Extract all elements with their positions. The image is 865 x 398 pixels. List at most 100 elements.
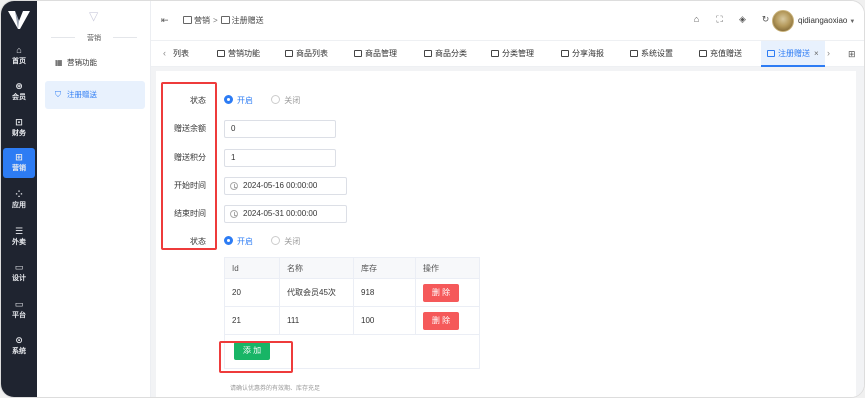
marketing-crumb-icon [183,16,192,24]
status-off-radio[interactable]: 关闭 [271,95,300,106]
tab-marketing-features[interactable]: 营销功能 [217,41,260,67]
points-input[interactable]: 1 [224,149,336,167]
tab-category-manage[interactable]: 分类管理 [491,41,534,67]
rail-item-platform[interactable]: ▭ 平台 [3,295,35,325]
tab-share-poster[interactable]: 分享海报 [561,41,604,67]
tab-register-gift[interactable]: 注册赠送 × [761,41,825,67]
rail-item-home[interactable]: ⌂ 首页 [3,41,35,71]
apps-icon: ⁘ [15,189,23,199]
rail-item-label: 平台 [12,312,26,319]
radio-dot-icon [224,236,233,245]
column-header: 库存 [361,264,377,273]
main-nav-rail: ⌂ 首页 ⊛ 会员 ⊡ 财务 ⊞ 营销 ⁘ 应用 ☰ 外卖 ▭ 设计 ▭ 平台 [1,1,37,397]
finance-icon: ⊡ [15,117,23,127]
rail-item-apps[interactable]: ⁘ 应用 [3,185,35,215]
tab-label: 充值赠送 [710,49,742,58]
submenu-item-register-gift[interactable]: ⛉ 注册赠送 [45,81,145,109]
list-icon [285,50,293,57]
home-icon: ⌂ [16,45,22,55]
breadcrumb-item[interactable]: 营销 [194,16,210,25]
rail-item-system[interactable]: ⊙ 系统 [3,331,35,361]
tab-label: 营销功能 [228,49,260,58]
status2-off-radio[interactable]: 关闭 [271,236,300,247]
tab-system-settings[interactable]: 系统设置 [630,41,673,67]
shield-icon [767,50,775,57]
submenu-item-label: 营销功能 [67,58,97,67]
tab-product-manage[interactable]: 商品管理 [354,41,397,67]
box-icon [354,50,362,57]
tab-product-category[interactable]: 商品分类 [424,41,467,67]
rail-item-design[interactable]: ▭ 设计 [3,258,35,288]
table-row: 20 代取会员45次 918 删 除 [224,279,480,307]
column-header: 操作 [423,264,439,273]
shield-icon [699,50,707,57]
chevron-down-icon: ▼ [849,19,856,25]
platform-icon: ▭ [14,299,24,309]
marketing-icon: ⊞ [15,152,23,162]
delete-button[interactable]: 删 除 [423,284,459,302]
theme-icon[interactable]: ◈ [737,14,748,25]
rail-item-finance[interactable]: ⊡ 财务 [3,113,35,143]
user-menu[interactable]: qidiangaoxiao ▼ [798,16,855,25]
rail-item-member[interactable]: ⊛ 会员 [3,77,35,107]
avatar[interactable] [772,10,794,32]
table-header: Id 名称 库存 操作 [224,257,480,279]
status-radio-group: 开启 关闭 [224,95,316,106]
column-divider [353,307,354,334]
column-divider [353,258,354,278]
radio-dot-icon [271,95,281,104]
rail-item-marketing[interactable]: ⊞ 营销 [3,148,35,178]
tab-label: 分类管理 [502,49,534,58]
tab-recharge-gift[interactable]: 充值赠送 [699,41,742,67]
cell-id: 20 [232,288,241,297]
rail-item-takeout[interactable]: ☰ 外卖 [3,222,35,252]
submenu-item-label: 注册赠送 [67,90,97,99]
start-time-value: 2024-05-16 00:00:00 [243,181,318,190]
end-time-value: 2024-05-31 00:00:00 [243,209,318,218]
balance-input[interactable]: 0 [224,120,336,138]
tabs-scroll-left-icon[interactable]: ‹ [163,48,166,58]
tabs-menu-icon[interactable]: ⊞ [848,49,856,60]
table-hint-text: 请确认优惠券的有效期、库存充足 [230,386,321,392]
add-button-highlight-box [219,341,293,373]
label-highlight-box [161,82,217,250]
app-window: ⌂ 首页 ⊛ 会员 ⊡ 财务 ⊞ 营销 ⁘ 应用 ☰ 外卖 ▭ 设计 ▭ 平台 [0,0,865,398]
status2-radio-group: 开启 关闭 [224,236,316,247]
shield-icon: ⛉ [55,90,61,99]
status2-on-radio[interactable]: 开启 [224,236,253,247]
logo-mark-icon: ▽ [89,9,99,23]
delete-button[interactable]: 删 除 [423,312,459,330]
tabs-scroll-right-icon[interactable]: › [827,48,830,58]
shield-crumb-icon [220,16,230,24]
tab-label: 商品分类 [435,49,467,58]
rail-item-label: 会员 [12,94,26,101]
tab-label: 商品列表 [296,49,328,58]
rail-item-label: 设计 [12,275,26,282]
rail-item-label: 应用 [12,202,26,209]
tab-product-list[interactable]: 商品列表 [285,41,328,67]
cell-name: 代取会员45次 [287,288,336,297]
submenu-item-marketing-features[interactable]: ▦ 营销功能 [45,49,145,77]
close-icon[interactable]: × [814,49,819,58]
member-icon: ⊛ [15,81,23,91]
lock-icon[interactable]: ⌂ [691,14,702,25]
folder-icon [491,50,499,57]
system-icon: ⊙ [15,335,23,345]
status-on-radio[interactable]: 开启 [224,95,253,106]
collapse-menu-icon[interactable]: ⇤ [161,15,169,26]
form-card: 状态 开启 关闭 赠送余额 0 赠送积分 1 开始时间 2024-05-16 0… [156,71,856,397]
tab-label: 商品管理 [365,49,397,58]
username: qidiangaoxiao [798,16,848,25]
tab-list[interactable]: 列表 [173,41,189,67]
refresh-icon[interactable]: ↻ [760,14,771,25]
cell-stock: 918 [361,288,375,297]
radio-label: 开启 [237,237,253,246]
content-area: 状态 开启 关闭 赠送余额 0 赠送积分 1 开始时间 2024-05-16 0… [151,67,864,397]
breadcrumb-item-current: 注册赠送 [231,16,264,25]
start-time-picker[interactable]: 2024-05-16 00:00:00 [224,177,347,195]
grid-icon: ▦ [55,58,63,67]
end-time-picker[interactable]: 2024-05-31 00:00:00 [224,205,347,223]
rail-item-label: 系统 [12,348,26,355]
fullscreen-icon[interactable]: ⛶ [714,14,725,25]
clock-icon [230,210,238,218]
